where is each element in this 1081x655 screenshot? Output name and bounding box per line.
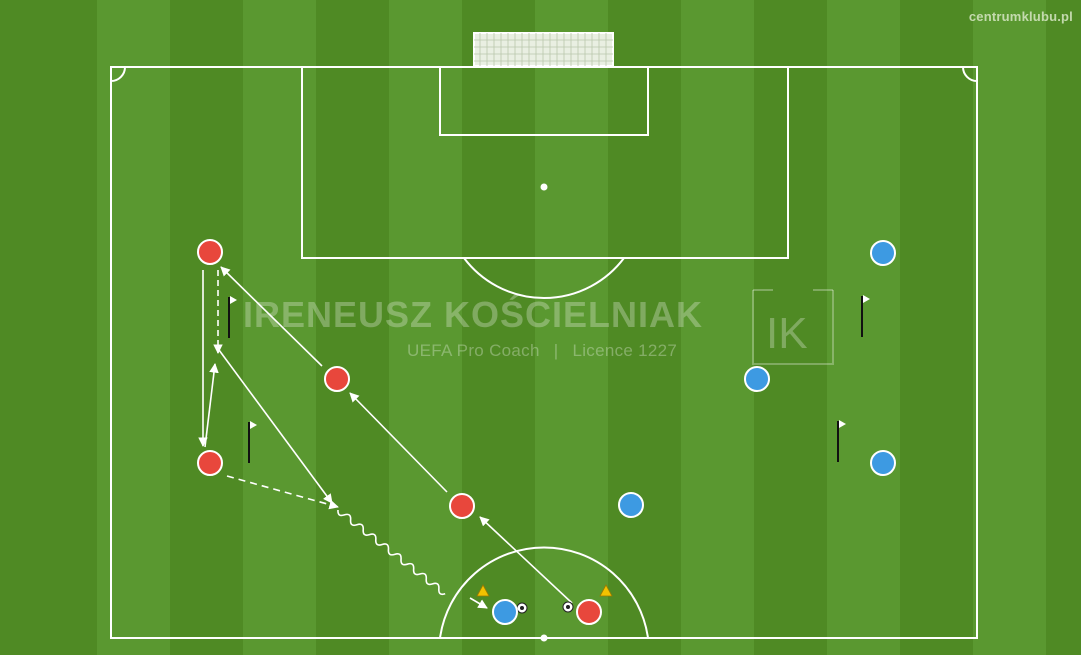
blue-player (870, 240, 896, 266)
watermark-subtitle: UEFA Pro Coach | Licence 1227 (407, 341, 677, 361)
blue-player (492, 599, 518, 625)
red-player (576, 599, 602, 625)
goal (473, 32, 614, 67)
watermark-licence: Licence 1227 (572, 341, 678, 360)
red-player (197, 239, 223, 265)
penalty-spot (540, 183, 548, 191)
blue-player (870, 450, 896, 476)
blue-player (618, 492, 644, 518)
watermark-logo-text: IK (766, 309, 808, 358)
red-player (449, 493, 475, 519)
ball-icon (562, 601, 574, 613)
watermark-separator: | (553, 341, 559, 360)
site-credit: centrumklubu.pl (968, 9, 1073, 24)
red-player (197, 450, 223, 476)
ball-icon (516, 602, 528, 614)
blue-player (744, 366, 770, 392)
center-spot (540, 634, 548, 642)
watermark-role: UEFA Pro Coach (407, 341, 540, 360)
red-player (324, 366, 350, 392)
pitch-diagram: IK centrumklubu.pl IRENEUSZ KOŚCIELNIAK … (0, 0, 1081, 655)
watermark-name: IRENEUSZ KOŚCIELNIAK (243, 294, 704, 335)
